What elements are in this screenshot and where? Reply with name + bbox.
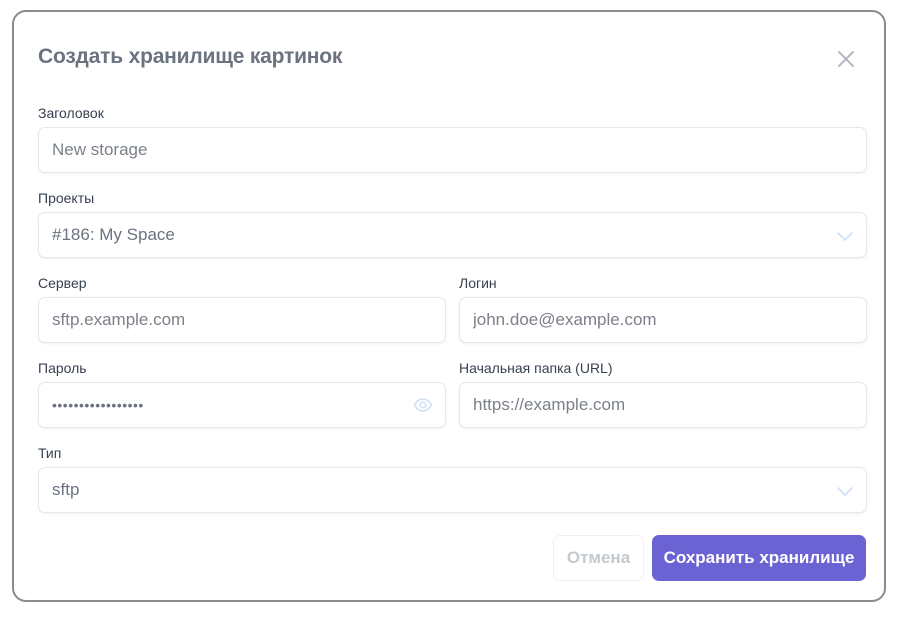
chevron-down-icon: [837, 232, 853, 241]
projects-selected-value: #186: My Space: [52, 225, 175, 244]
title-input[interactable]: [52, 128, 819, 172]
close-button[interactable]: [834, 47, 858, 71]
type-select[interactable]: sftp: [38, 467, 867, 513]
chevron-down-icon: [837, 487, 853, 496]
close-icon: [838, 51, 854, 67]
start-folder-input[interactable]: [473, 383, 819, 427]
create-storage-dialog: Создать хранилище картинок Заголовок Про…: [12, 10, 886, 602]
projects-label: Проекты: [38, 190, 95, 206]
save-storage-button[interactable]: Сохранить хранилище: [652, 535, 866, 581]
type-selected-value: sftp: [52, 480, 80, 499]
cancel-button[interactable]: Отмена: [553, 535, 644, 581]
server-field-wrapper: [38, 297, 446, 343]
password-field-wrapper: •••••••••••••••••: [38, 382, 446, 428]
title-field-wrapper: [38, 127, 867, 173]
eye-icon[interactable]: [413, 395, 433, 415]
server-input[interactable]: [52, 298, 398, 342]
title-label: Заголовок: [38, 105, 104, 121]
start-folder-field-wrapper: [459, 382, 867, 428]
password-label: Пароль: [38, 360, 87, 376]
projects-select[interactable]: #186: My Space: [38, 212, 867, 258]
type-label: Тип: [38, 445, 62, 461]
login-input[interactable]: [473, 298, 819, 342]
password-input[interactable]: •••••••••••••••••: [52, 383, 144, 427]
login-label: Логин: [459, 275, 497, 291]
start-folder-label: Начальная папка (URL): [459, 360, 613, 376]
dialog-title: Создать хранилище картинок: [38, 45, 343, 68]
login-field-wrapper: [459, 297, 867, 343]
server-label: Сервер: [38, 275, 87, 291]
